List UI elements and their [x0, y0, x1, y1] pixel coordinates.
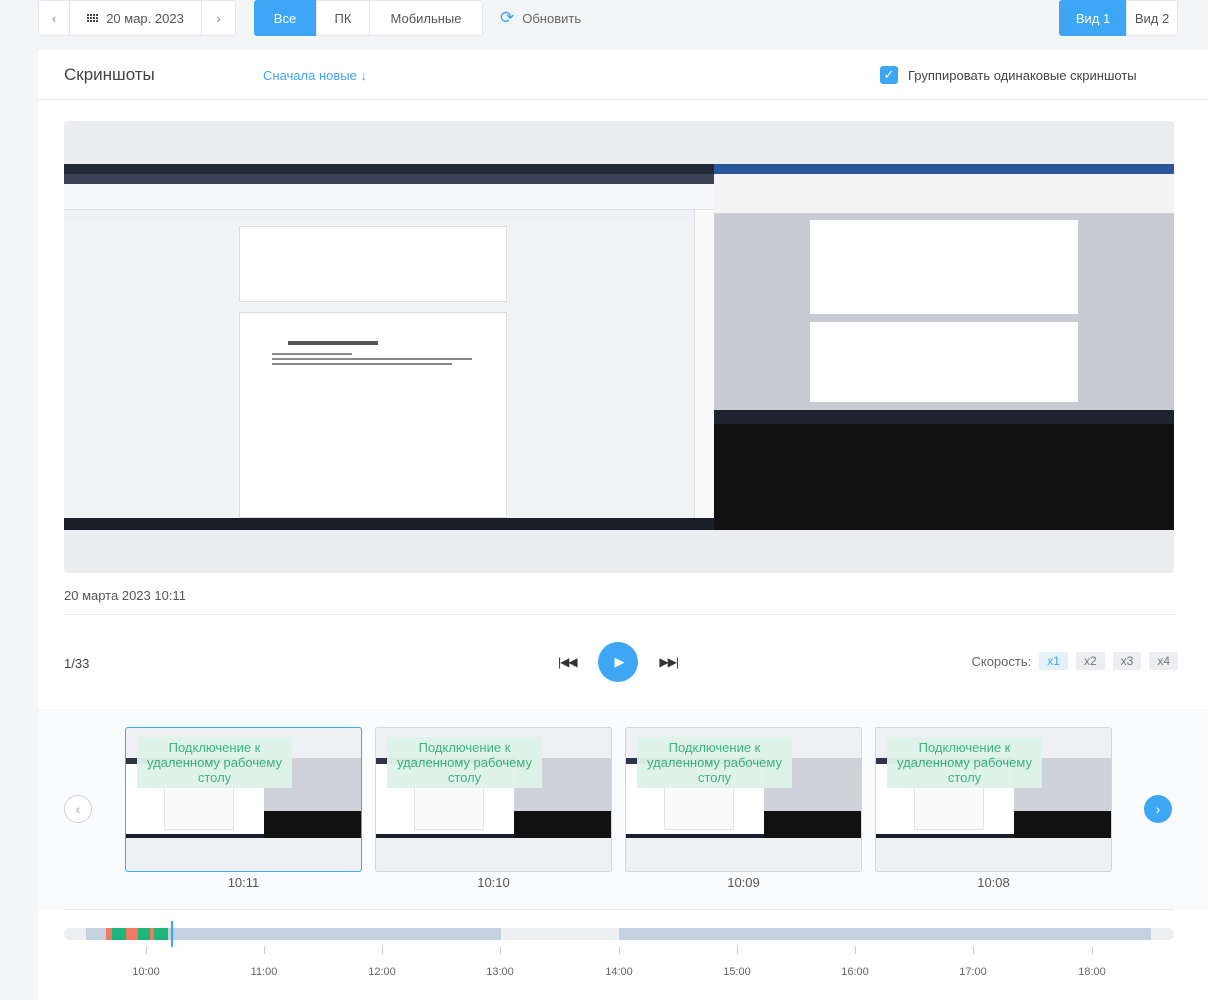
timeline-tick-label: 11:00 — [250, 966, 278, 978]
play-button[interactable]: ▶ — [598, 642, 638, 682]
calendar-icon — [87, 14, 99, 22]
thumbnail-time: 10:10 — [477, 875, 510, 890]
refresh-button[interactable]: ⟳ Обновить — [500, 0, 581, 36]
divider — [64, 614, 1174, 615]
sort-order-link[interactable]: Сначала новые ↓ — [263, 68, 367, 83]
date-picker-button[interactable]: 20 мар. 2023 — [69, 0, 202, 36]
timeline-tick-label: 17:00 — [959, 966, 987, 978]
screenshot-datetime: 20 марта 2023 10:11 — [64, 588, 186, 603]
activity-label: Подключение к удаленному рабочему столу — [137, 737, 292, 788]
activity-label: Подключение к удаленному рабочему столу — [637, 737, 792, 788]
checkmark-icon[interactable]: ✓ — [880, 66, 898, 84]
thumbnail-card[interactable]: Подключение к удаленному рабочему столу — [375, 727, 612, 872]
chevron-left-icon: ‹ — [51, 10, 57, 26]
thumbnails-next-button[interactable]: › — [1144, 795, 1172, 823]
skip-back-icon[interactable]: |◀◀ — [558, 655, 578, 669]
activity-timeline[interactable] — [64, 928, 1174, 940]
chevron-right-icon: › — [1155, 801, 1161, 817]
speed-x2-button[interactable]: x2 — [1075, 652, 1105, 670]
timeline-activity — [154, 928, 168, 940]
thumbnail-time: 10:09 — [727, 875, 760, 890]
timeline-activity — [126, 928, 138, 940]
thumbnails-prev-button[interactable]: ‹ — [64, 795, 92, 823]
page-title: Скриншоты — [64, 65, 155, 84]
activity-label: Подключение к удаленному рабочему столу — [387, 737, 542, 788]
divider — [64, 909, 1174, 910]
activity-label: Подключение к удаленному рабочему столу — [887, 737, 1042, 788]
timeline-tick-label: 12:00 — [368, 966, 396, 978]
speed-x1-button[interactable]: x1 — [1039, 652, 1068, 670]
timeline-activity — [138, 928, 150, 940]
timeline-range — [619, 928, 1151, 940]
thumbnail-card[interactable]: Подключение к удаленному рабочему столу — [125, 727, 362, 872]
speed-x4-button[interactable]: x4 — [1149, 652, 1178, 670]
speed-label: Скорость: — [971, 653, 1032, 669]
chevron-left-icon: ‹ — [75, 801, 81, 817]
timeline-tick-label: 16:00 — [841, 966, 869, 978]
thumbnail-time: 10:08 — [977, 875, 1010, 890]
screenshots-card: Скриншоты Сначала новые ↓ ✓ Группировать… — [38, 50, 1208, 1000]
group-screenshots-checkbox[interactable]: ✓ Группировать одинаковые скриншоты — [880, 66, 1137, 84]
timeline-cursor[interactable] — [171, 921, 173, 947]
view-1-button[interactable]: Вид 1 — [1059, 0, 1127, 36]
screenshot-preview[interactable] — [64, 121, 1174, 573]
timeline-tick-label: 18:00 — [1078, 966, 1106, 978]
thumbnail-card[interactable]: Подключение к удаленному рабочему столу — [625, 727, 862, 872]
player-controls: |◀◀ ▶ ▶▶| — [558, 642, 679, 682]
card-header: Скриншоты Сначала новые ↓ ✓ Группировать… — [38, 50, 1208, 100]
timeline-tick-label: 15:00 — [723, 966, 751, 978]
group-screenshots-label: Группировать одинаковые скриншоты — [908, 67, 1137, 83]
view-2-button[interactable]: Вид 2 — [1126, 0, 1178, 36]
thumbnail-time: 10:11 — [227, 875, 260, 890]
toolbar: ‹ 20 мар. 2023 › Все ПК Мобильные ⟳ Обно… — [0, 0, 1208, 36]
filter-mobile-button[interactable]: Мобильные — [369, 0, 483, 36]
screenshot-counter: 1/33 — [64, 656, 90, 671]
date-label: 20 мар. 2023 — [106, 10, 184, 26]
refresh-icon: ⟳ — [500, 8, 515, 27]
speed-x3-button[interactable]: x3 — [1112, 652, 1142, 670]
timeline-tick-label: 13:00 — [486, 966, 514, 978]
speed-control: Скорость: x1 x2 x3 x4 — [971, 652, 1178, 670]
next-day-button[interactable]: › — [201, 0, 236, 36]
refresh-label: Обновить — [522, 10, 582, 26]
filter-pc-button[interactable]: ПК — [316, 0, 370, 36]
prev-day-button[interactable]: ‹ — [38, 0, 70, 36]
timeline-activity — [112, 928, 126, 940]
filter-all-button[interactable]: Все — [254, 0, 316, 36]
thumbnail-card[interactable]: Подключение к удаленному рабочему столу — [875, 727, 1112, 872]
timeline-tick-label: 10:00 — [132, 966, 160, 978]
timeline-tick-label: 14:00 — [605, 966, 633, 978]
skip-forward-icon[interactable]: ▶▶| — [659, 655, 679, 669]
chevron-right-icon: › — [216, 10, 221, 26]
screenshot-image — [64, 164, 1174, 530]
